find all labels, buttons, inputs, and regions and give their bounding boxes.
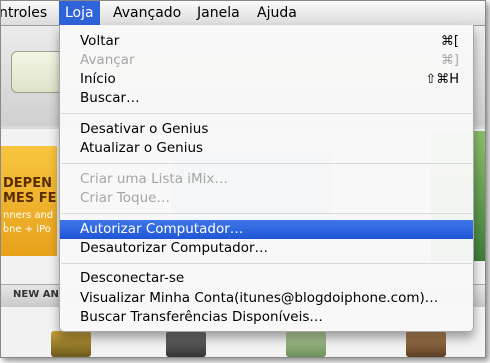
section-header-label: NEW AN bbox=[13, 289, 59, 300]
menu-item-label: Buscar Transferências Disponíveis… bbox=[80, 309, 323, 325]
menu-item-desativar-genius[interactable]: Desativar o Genius bbox=[60, 120, 473, 139]
menu-bar: ntroles Loja Avançado Janela Ajuda bbox=[1, 1, 485, 26]
menu-separator bbox=[61, 163, 472, 164]
menu-loja[interactable]: Loja bbox=[59, 1, 100, 25]
menu-item-desautorizar-computador[interactable]: Desautorizar Computador… bbox=[60, 239, 473, 258]
promo-banner-line1: DEPEN bbox=[3, 176, 52, 191]
menu-separator bbox=[61, 263, 472, 264]
menu-separator bbox=[61, 213, 472, 214]
menu-item-voltar[interactable]: Voltar ⌘[ bbox=[60, 32, 473, 51]
menu-item-buscar[interactable]: Buscar… bbox=[60, 89, 473, 108]
menu-item-avancar: Avançar ⌘] bbox=[60, 51, 473, 70]
album-thumbnail[interactable] bbox=[166, 331, 206, 357]
album-thumbnail[interactable] bbox=[51, 331, 91, 357]
menu-item-label: Autorizar Computador… bbox=[80, 221, 244, 237]
itunes-window: DEPEN MES FE nners and l one + iPo NEW A… bbox=[0, 0, 486, 358]
menu-item-visualizar-conta[interactable]: Visualizar Minha Conta(itunes@blogdoipho… bbox=[60, 289, 473, 308]
menu-item-label: Desautorizar Computador… bbox=[80, 240, 269, 256]
menu-item-label: Criar Toque… bbox=[80, 190, 170, 206]
menu-item-autorizar-computador[interactable]: Autorizar Computador… bbox=[60, 220, 473, 239]
menu-janela[interactable]: Janela bbox=[191, 1, 246, 25]
keyboard-shortcut: ⇧⌘H bbox=[425, 72, 459, 87]
menu-separator bbox=[61, 113, 472, 114]
menu-item-criar-toque: Criar Toque… bbox=[60, 189, 473, 208]
promo-banner[interactable]: DEPEN MES FE nners and l one + iPo bbox=[1, 146, 57, 256]
promo-banner-line4: one + iPo bbox=[3, 224, 51, 235]
menu-avancado[interactable]: Avançado bbox=[107, 1, 187, 25]
menu-item-label: Criar uma Lista iMix… bbox=[80, 171, 228, 187]
menu-ajuda[interactable]: Ajuda bbox=[251, 1, 303, 25]
menu-item-label: Desconectar-se bbox=[80, 270, 185, 286]
keyboard-shortcut: ⌘] bbox=[440, 53, 459, 68]
promo-banner-line2: MES FE bbox=[3, 191, 57, 206]
menu-item-desconectar[interactable]: Desconectar-se bbox=[60, 269, 473, 288]
menu-item-buscar-transferencias[interactable]: Buscar Transferências Disponíveis… bbox=[60, 308, 473, 327]
menu-item-label: Buscar… bbox=[80, 90, 140, 106]
album-thumbnail[interactable] bbox=[406, 331, 446, 357]
album-thumbnail[interactable] bbox=[286, 331, 326, 357]
menu-item-label: Atualizar o Genius bbox=[80, 140, 204, 156]
menu-item-label: Desativar o Genius bbox=[80, 121, 209, 137]
menu-item-criar-imix: Criar uma Lista iMix… bbox=[60, 170, 473, 189]
menu-item-inicio[interactable]: Início ⇧⌘H bbox=[60, 70, 473, 89]
menu-item-label: Voltar bbox=[80, 33, 120, 49]
menu-item-label: Início bbox=[80, 71, 116, 87]
menu-controles[interactable]: ntroles bbox=[1, 1, 53, 25]
loja-dropdown-menu: Voltar ⌘[ Avançar ⌘] Início ⇧⌘H Buscar… … bbox=[59, 25, 474, 332]
keyboard-shortcut: ⌘[ bbox=[440, 34, 459, 49]
menu-item-label: Avançar bbox=[80, 52, 135, 68]
menu-item-atualizar-genius[interactable]: Atualizar o Genius bbox=[60, 139, 473, 158]
menu-item-label: Visualizar Minha Conta(itunes@blogdoipho… bbox=[80, 290, 439, 306]
